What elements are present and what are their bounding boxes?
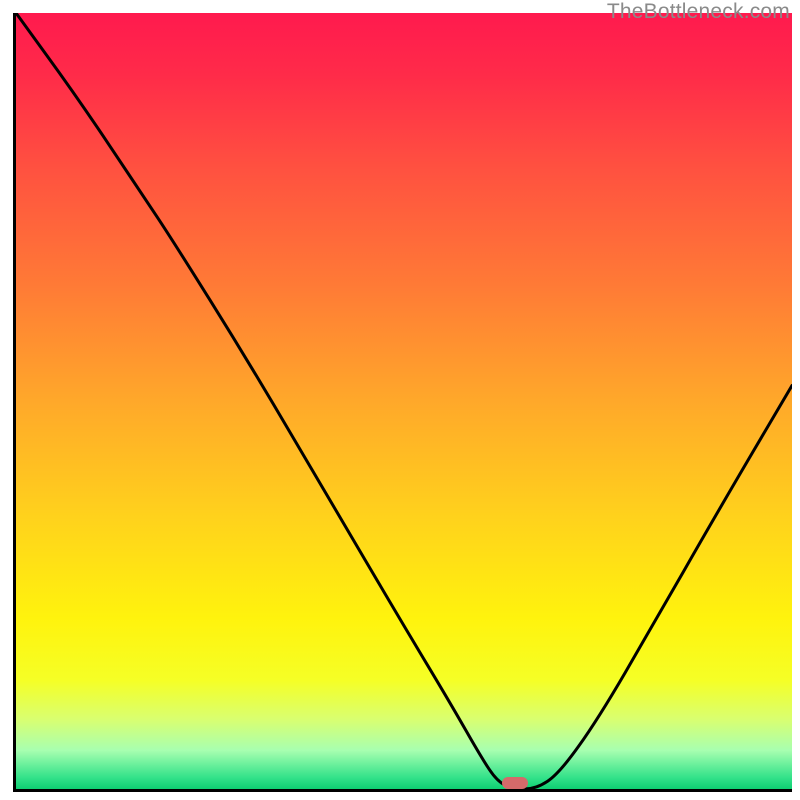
highlight-marker xyxy=(502,777,528,789)
chart-container: TheBottleneck.com xyxy=(0,0,800,800)
curve-line xyxy=(16,13,792,789)
plot-area xyxy=(13,13,792,792)
watermark-text: TheBottleneck.com xyxy=(607,0,790,24)
